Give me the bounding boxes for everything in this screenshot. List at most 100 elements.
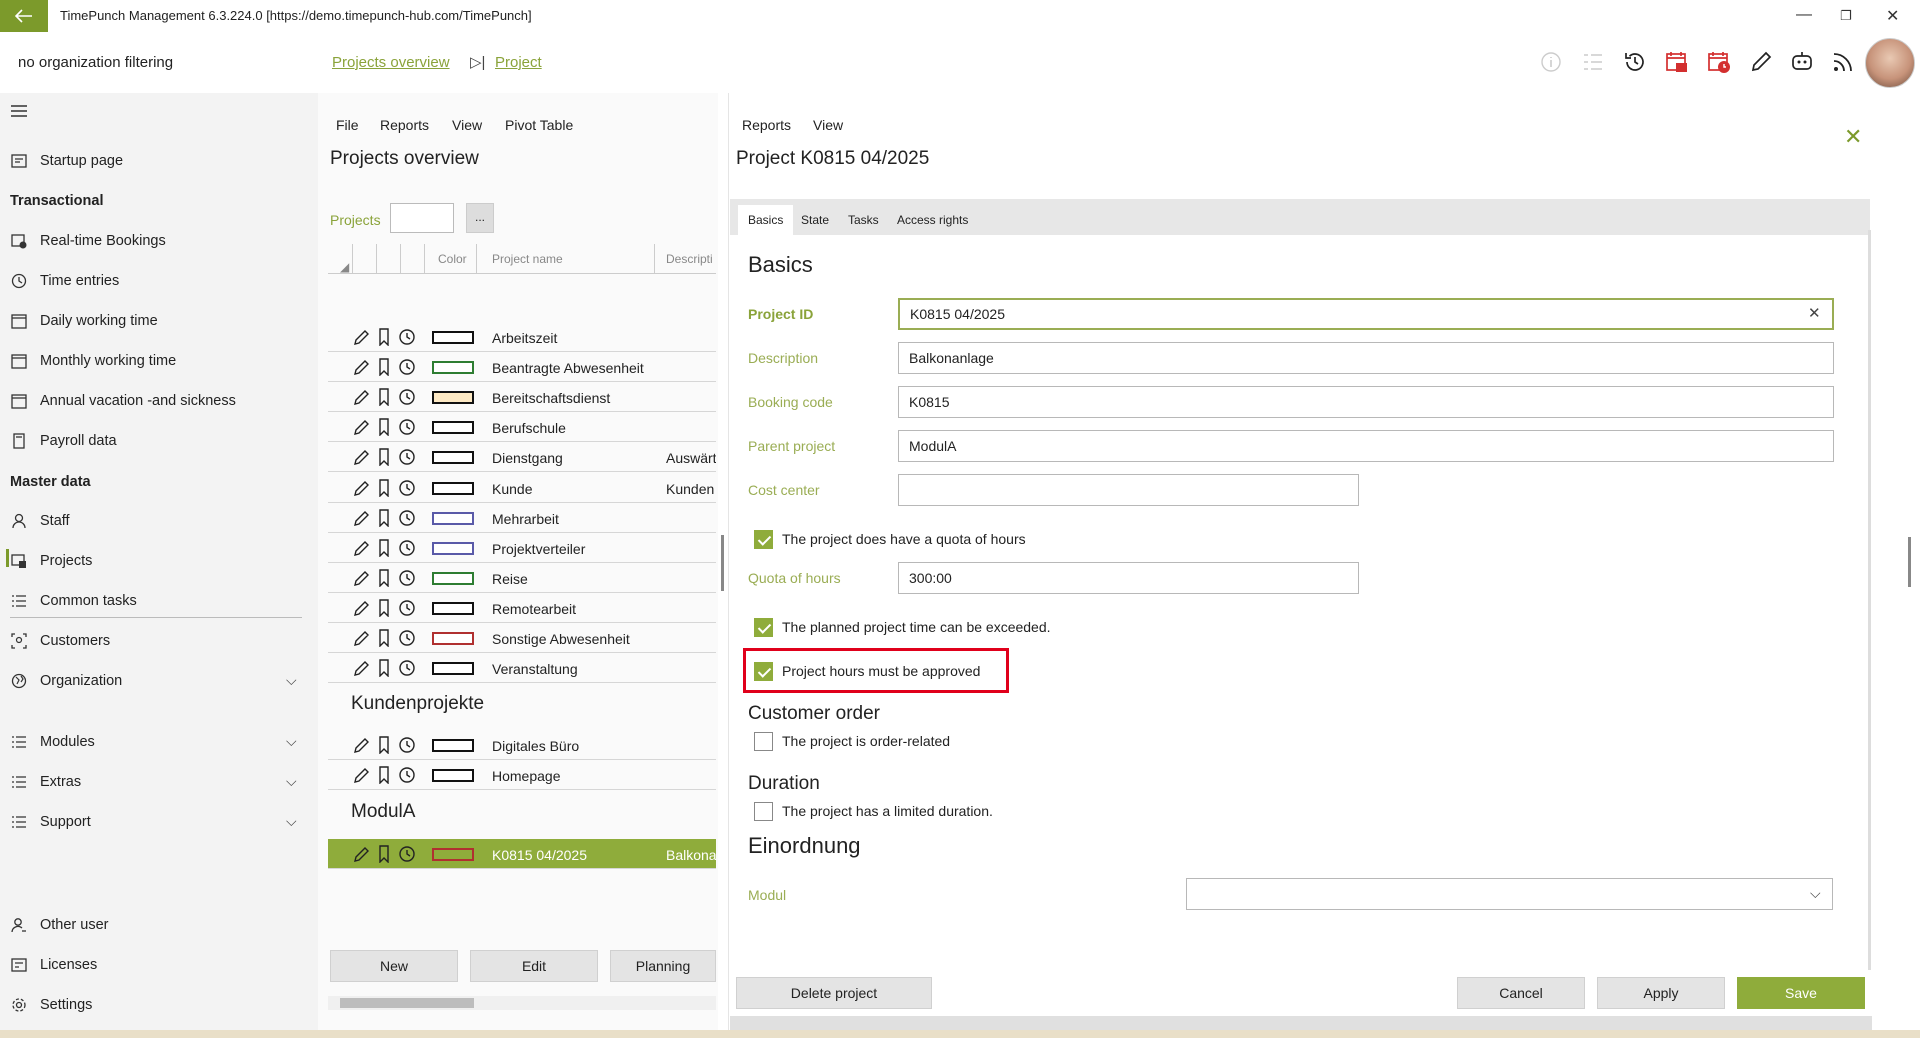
table-row[interactable]: Reise — [328, 563, 716, 593]
clock-icon[interactable] — [398, 629, 416, 651]
pencil-icon[interactable] — [352, 509, 370, 531]
clock-icon[interactable] — [398, 845, 416, 867]
pencil-icon[interactable] — [352, 479, 370, 501]
pencil-icon[interactable] — [352, 388, 370, 410]
menu-pivot-table[interactable]: Pivot Table — [505, 117, 573, 133]
sidebar-item-extras[interactable]: Extras — [10, 768, 81, 796]
info-icon[interactable] — [1535, 46, 1567, 78]
edit-button[interactable]: Edit — [470, 950, 598, 982]
vertical-scrollbar[interactable] — [1868, 230, 1871, 970]
chevron-down-icon[interactable]: ⌵ — [286, 733, 297, 750]
clock-icon[interactable] — [398, 659, 416, 681]
tab-access-rights[interactable]: Access rights — [887, 205, 978, 235]
description-field[interactable]: Balkonanlage — [898, 342, 1834, 374]
back-button[interactable] — [0, 0, 48, 32]
sidebar-item-modules[interactable]: Modules — [10, 728, 95, 756]
pencil-icon[interactable] — [352, 448, 370, 470]
clock-icon[interactable] — [398, 539, 416, 561]
tab-state[interactable]: State — [791, 205, 839, 235]
bookmark-icon[interactable] — [376, 328, 392, 350]
bookmark-icon[interactable] — [376, 418, 392, 440]
column-header-project-name[interactable]: Project name — [492, 252, 563, 266]
vertical-scrollbar[interactable] — [721, 535, 724, 591]
table-row[interactable]: Veranstaltung — [328, 653, 716, 684]
bookmark-icon[interactable] — [376, 599, 392, 621]
project-id-field[interactable]: K0815 04/2025 — [898, 298, 1834, 330]
table-row[interactable]: Mehrarbeit — [328, 503, 716, 533]
table-row[interactable]: Arbeitszeit — [328, 322, 716, 352]
sidebar-item-common-tasks[interactable]: Common tasks — [10, 587, 137, 615]
sidebar-item-startup[interactable]: Startup page — [10, 147, 123, 175]
chevron-down-icon[interactable]: ⌵ — [286, 672, 297, 689]
column-header-color[interactable]: Color — [438, 252, 467, 266]
booking-code-field[interactable]: K0815 — [898, 386, 1834, 418]
sidebar-item-monthly-working-time[interactable]: Monthly working time — [10, 347, 176, 375]
table-row[interactable]: Beantragte Abwesenheit — [328, 352, 716, 383]
chevron-down-icon[interactable]: ⌵ — [1810, 885, 1821, 902]
clock-icon[interactable] — [398, 448, 416, 470]
bookmark-icon[interactable] — [376, 569, 392, 591]
sidebar-item-settings[interactable]: Settings — [10, 991, 92, 1019]
pencil-icon[interactable] — [352, 736, 370, 758]
table-row[interactable]: Homepage — [328, 760, 716, 790]
planning-button[interactable]: Planning — [610, 950, 716, 982]
duration-checkbox[interactable] — [754, 802, 773, 821]
pencil-icon[interactable] — [352, 569, 370, 591]
table-row[interactable]: K0815 04/2025 Balkona — [328, 839, 716, 869]
sidebar-item-organization[interactable]: Organization — [10, 667, 122, 695]
sidebar-item-customers[interactable]: Customers — [10, 627, 110, 655]
quota-checkbox[interactable] — [754, 530, 773, 549]
breadcrumb-projects-overview[interactable]: Projects overview — [332, 54, 450, 71]
column-header-description[interactable]: Descripti — [666, 252, 716, 266]
horizontal-scrollbar[interactable] — [730, 1016, 1872, 1030]
pencil-icon[interactable] — [352, 629, 370, 651]
menu-file[interactable]: File — [336, 117, 359, 133]
history-icon[interactable] — [1619, 46, 1651, 78]
new-button[interactable]: New — [330, 950, 458, 982]
sidebar-item-payroll-data[interactable]: Payroll data — [10, 427, 117, 455]
pencil-icon[interactable] — [352, 418, 370, 440]
menu-reports[interactable]: Reports — [742, 117, 791, 133]
sidebar-item-annual-vacation[interactable]: Annual vacation -and sickness — [10, 387, 236, 415]
sidebar-item-licenses[interactable]: Licenses — [10, 951, 97, 979]
pencil-icon[interactable] — [352, 599, 370, 621]
bookmark-icon[interactable] — [376, 538, 392, 561]
pencil-icon[interactable] — [1745, 46, 1777, 78]
table-row[interactable]: Kunde Kunden — [328, 473, 716, 503]
organization-filter[interactable]: no organization filtering — [18, 54, 173, 71]
quota-field[interactable]: 300:00 — [898, 562, 1359, 594]
bookmark-icon[interactable] — [376, 358, 392, 380]
menu-view[interactable]: View — [813, 117, 843, 133]
close-window-button[interactable]: ✕ — [1886, 6, 1899, 26]
save-button[interactable]: Save — [1737, 977, 1865, 1009]
bookmark-icon[interactable] — [376, 448, 392, 470]
clock-icon[interactable] — [398, 388, 416, 410]
table-row[interactable]: Digitales Büro — [328, 730, 716, 760]
menu-view[interactable]: View — [452, 117, 482, 133]
clock-icon[interactable] — [398, 766, 416, 788]
table-row[interactable]: Dienstgang Auswärt — [328, 442, 716, 473]
bookmark-icon[interactable] — [376, 629, 392, 651]
list-icon[interactable] — [1577, 46, 1609, 78]
clock-icon[interactable] — [398, 599, 416, 621]
hamburger-icon[interactable] — [10, 104, 28, 122]
breadcrumb-project[interactable]: Project — [495, 54, 542, 71]
sidebar-item-staff[interactable]: Staff — [10, 507, 70, 535]
exceed-checkbox[interactable] — [754, 618, 773, 637]
clock-icon[interactable] — [398, 736, 416, 758]
table-row[interactable]: Sonstige Abwesenheit — [328, 623, 716, 653]
parent-project-field[interactable]: ModulA — [898, 430, 1834, 462]
order-checkbox[interactable] — [754, 732, 773, 751]
sidebar-item-time-entries[interactable]: Time entries — [10, 267, 119, 295]
modul-select[interactable] — [1186, 878, 1833, 910]
bookmark-icon[interactable] — [376, 766, 392, 788]
sidebar-item-support[interactable]: Support — [10, 808, 91, 836]
pencil-icon[interactable] — [352, 358, 370, 380]
bookmark-icon[interactable] — [376, 845, 392, 867]
close-icon[interactable]: ✕ — [1844, 124, 1862, 150]
clock-icon[interactable] — [398, 509, 416, 531]
clock-icon[interactable] — [398, 418, 416, 440]
approve-checkbox[interactable] — [754, 662, 773, 681]
cost-center-field[interactable] — [898, 474, 1359, 506]
table-row[interactable]: Berufschule — [328, 412, 716, 443]
